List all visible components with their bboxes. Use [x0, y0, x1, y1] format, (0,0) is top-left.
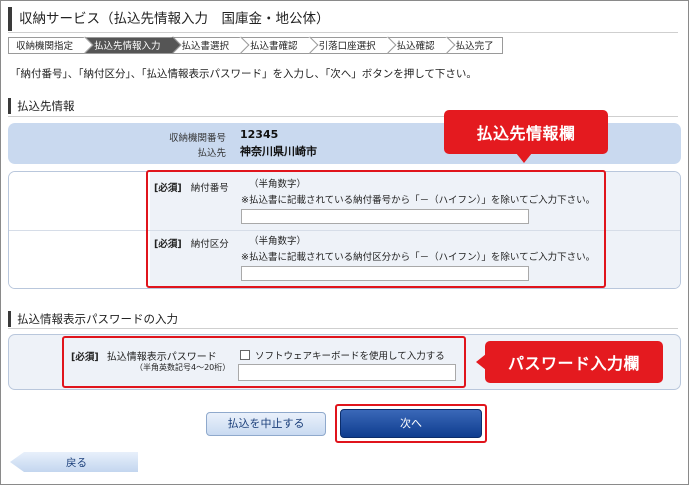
step-account-select: 引落口座選択: [309, 37, 388, 54]
payment-form-panel: [必須] 納付番号 （半角数字） ※払込書に記載されている納付番号から「－（ハイ…: [8, 171, 681, 289]
password-callout-pointer: [476, 354, 486, 370]
payee-value: 神奈川県川崎市: [240, 145, 317, 158]
instruction-text: 「納付番号」、「納付区分」、「払込情報表示パスワード」を入力し、「次へ」ボタンを…: [10, 68, 477, 80]
next-button[interactable]: 次へ: [340, 409, 482, 438]
payment-number-hint: ※払込書に記載されている納付番号から「－（ハイフン）」を除いてご入力下さい。: [241, 195, 596, 206]
required-mark: [必須]: [154, 183, 182, 194]
payment-category-hint: ※払込書に記載されている納付区分から「－（ハイフン）」を除いてご入力下さい。: [241, 252, 596, 263]
title-divider: [8, 32, 678, 33]
password-label-group: [必須] 払込情報表示パスワード: [71, 348, 217, 363]
required-mark: [必須]: [154, 239, 182, 250]
software-keyboard-label[interactable]: ソフトウェアキーボードを使用して入力する: [255, 348, 445, 362]
agency-number-label: 収納機関番号: [168, 133, 226, 144]
step-slip-confirm: 払込書確認: [241, 37, 310, 54]
payee-callout-pointer: [516, 153, 532, 163]
cancel-payment-button[interactable]: 払込を中止する: [206, 412, 326, 436]
payee-info-callout: 払込先情報欄: [444, 110, 608, 154]
back-button-label: 戻る: [66, 457, 87, 469]
page-title: 収納サービス（払込先情報入力 国庫金・地公体）: [8, 7, 678, 31]
required-mark: [必須]: [71, 352, 99, 363]
payment-number-label-group: [必須] 納付番号: [154, 180, 229, 194]
step-payment-confirm: 払込確認: [387, 37, 447, 54]
progress-steps: 収納機関指定 払込先情報入力 払込書選択 払込書確認 引落口座選択 払込確認 払…: [8, 37, 503, 54]
password-section-divider: [8, 328, 678, 329]
step-agency: 収納機関指定: [8, 37, 86, 54]
step-payee-input: 払込先情報入力: [85, 37, 173, 54]
payment-number-type-hint: （半角数字）: [249, 179, 307, 190]
payee-label: 払込先: [197, 148, 226, 159]
payment-category-type-hint: （半角数字）: [249, 236, 307, 247]
payment-category-label-group: [必須] 納付区分: [154, 236, 229, 250]
password-sub-label: （半角英数記号4～20桁）: [135, 363, 231, 372]
agency-number-value: 12345: [240, 128, 279, 141]
payment-category-input[interactable]: [241, 266, 529, 281]
password-input[interactable]: [238, 364, 456, 381]
password-section-heading: 払込情報表示パスワードの入力: [8, 311, 178, 327]
payment-number-input[interactable]: [241, 209, 529, 224]
payment-category-label: 納付区分: [190, 239, 229, 250]
step-slip-select: 払込書選択: [172, 37, 242, 54]
software-keyboard-checkbox[interactable]: [240, 350, 250, 360]
payee-section-heading: 払込先情報: [8, 98, 75, 114]
payment-number-label: 納付番号: [190, 183, 229, 194]
back-button[interactable]: 戻る: [10, 452, 138, 472]
password-callout: パスワード入力欄: [485, 341, 663, 383]
